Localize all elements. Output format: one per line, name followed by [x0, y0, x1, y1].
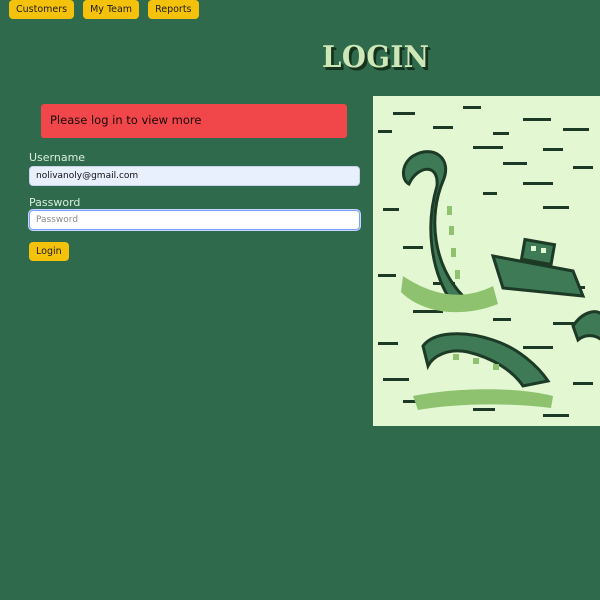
- kraken-tentacle-lower: [421, 332, 551, 388]
- kraken-tentacle-large: [402, 150, 466, 303]
- page-title: LOGIN: [322, 40, 430, 75]
- password-label: Password: [29, 196, 81, 209]
- nav-customers-button[interactable]: Customers: [9, 0, 75, 19]
- kraken-art-svg: [378, 106, 600, 417]
- tentacle-suckers: [447, 206, 460, 279]
- nav-my-team-button[interactable]: My Team: [83, 0, 140, 19]
- password-input[interactable]: [29, 210, 360, 230]
- username-label: Username: [29, 151, 86, 164]
- username-input[interactable]: [29, 166, 360, 186]
- top-nav: Customers My Team Reports: [9, 0, 199, 19]
- login-required-alert: Please log in to view more: [41, 104, 347, 138]
- nav-reports-button[interactable]: Reports: [148, 0, 199, 19]
- login-button[interactable]: Login: [29, 242, 69, 261]
- login-page: Customers My Team Reports LOGIN Please l…: [0, 0, 600, 600]
- kraken-illustration: [373, 96, 600, 426]
- wave-lines: [378, 106, 593, 417]
- sinking-boat: [490, 237, 586, 298]
